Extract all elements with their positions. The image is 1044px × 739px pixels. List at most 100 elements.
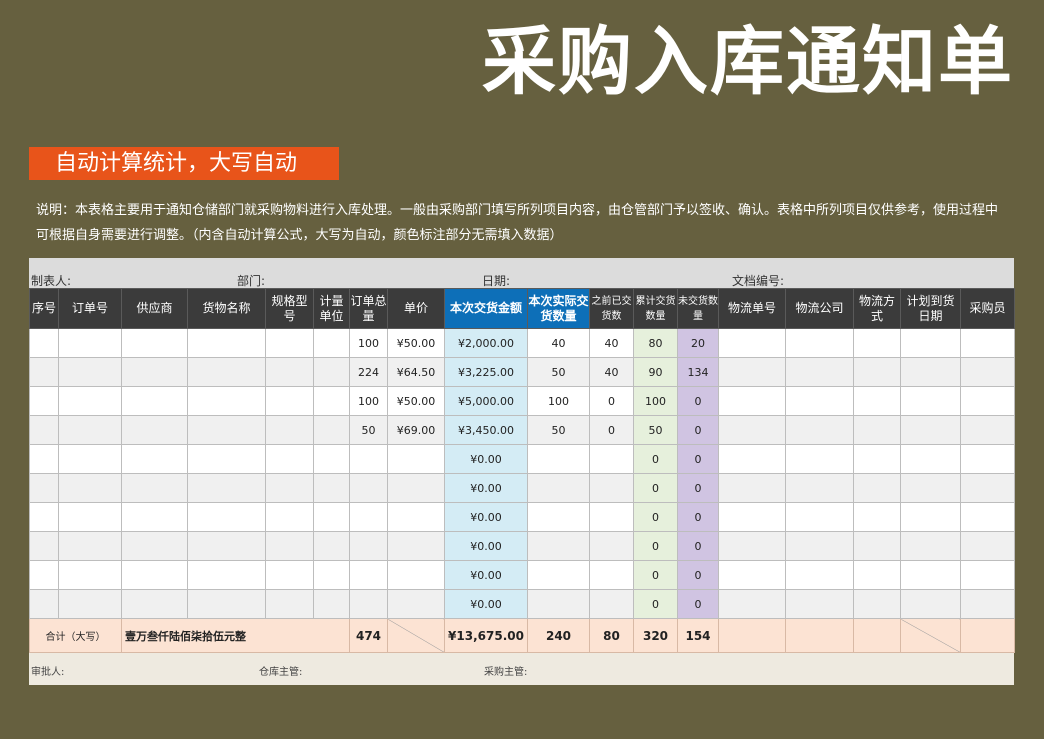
buyer-cell[interactable] — [960, 386, 1015, 416]
planned-date-cell[interactable] — [900, 531, 961, 561]
seq-cell[interactable] — [29, 386, 59, 416]
logistics-method-cell[interactable] — [853, 415, 901, 445]
remaining-cell[interactable]: 0 — [677, 589, 719, 619]
spec-cell[interactable] — [265, 531, 314, 561]
cumulative-cell[interactable]: 0 — [633, 560, 678, 590]
unit-price-cell[interactable]: ¥69.00 — [387, 415, 445, 445]
planned-date-cell[interactable] — [900, 357, 961, 387]
unit-cell[interactable] — [313, 386, 350, 416]
logistics-company-cell[interactable] — [785, 357, 854, 387]
actual-qty-cell[interactable] — [527, 531, 590, 561]
supplier-cell[interactable] — [121, 560, 188, 590]
order-qty-cell[interactable] — [349, 531, 388, 561]
spec-cell[interactable] — [265, 444, 314, 474]
supplier-cell[interactable] — [121, 531, 188, 561]
planned-date-cell[interactable] — [900, 444, 961, 474]
supplier-cell[interactable] — [121, 386, 188, 416]
actual-qty-cell[interactable]: 50 — [527, 415, 590, 445]
cumulative-cell[interactable]: 0 — [633, 473, 678, 503]
logistics-company-cell[interactable] — [785, 502, 854, 532]
buyer-cell[interactable] — [960, 415, 1015, 445]
supplier-cell[interactable] — [121, 415, 188, 445]
goods-name-cell[interactable] — [187, 357, 266, 387]
buyer-cell[interactable] — [960, 560, 1015, 590]
logistics-method-cell[interactable] — [853, 560, 901, 590]
seq-cell[interactable] — [29, 415, 59, 445]
logistics-company-cell[interactable] — [785, 560, 854, 590]
logistics-no-cell[interactable] — [718, 531, 786, 561]
planned-date-cell[interactable] — [900, 502, 961, 532]
logistics-no-cell[interactable] — [718, 386, 786, 416]
buyer-cell[interactable] — [960, 502, 1015, 532]
remaining-cell[interactable]: 134 — [677, 357, 719, 387]
unit-cell[interactable] — [313, 589, 350, 619]
supplier-cell[interactable] — [121, 502, 188, 532]
logistics-company-cell[interactable] — [785, 386, 854, 416]
buyer-cell[interactable] — [960, 357, 1015, 387]
planned-date-cell[interactable] — [900, 560, 961, 590]
logistics-company-cell[interactable] — [785, 589, 854, 619]
seq-cell[interactable] — [29, 473, 59, 503]
remaining-cell[interactable]: 20 — [677, 328, 719, 358]
goods-name-cell[interactable] — [187, 589, 266, 619]
logistics-method-cell[interactable] — [853, 386, 901, 416]
supplier-cell[interactable] — [121, 473, 188, 503]
actual-qty-cell[interactable] — [527, 473, 590, 503]
logistics-no-cell[interactable] — [718, 328, 786, 358]
unit-cell[interactable] — [313, 328, 350, 358]
remaining-cell[interactable]: 0 — [677, 415, 719, 445]
logistics-no-cell[interactable] — [718, 415, 786, 445]
amount-cell[interactable]: ¥0.00 — [444, 502, 528, 532]
amount-cell[interactable]: ¥0.00 — [444, 444, 528, 474]
spec-cell[interactable] — [265, 473, 314, 503]
logistics-no-cell[interactable] — [718, 473, 786, 503]
actual-qty-cell[interactable] — [527, 502, 590, 532]
logistics-company-cell[interactable] — [785, 531, 854, 561]
unit-cell[interactable] — [313, 444, 350, 474]
logistics-no-cell[interactable] — [718, 560, 786, 590]
order-no-cell[interactable] — [58, 357, 122, 387]
spec-cell[interactable] — [265, 560, 314, 590]
remaining-cell[interactable]: 0 — [677, 502, 719, 532]
planned-date-cell[interactable] — [900, 415, 961, 445]
delivered-before-cell[interactable] — [589, 502, 634, 532]
amount-cell[interactable]: ¥0.00 — [444, 473, 528, 503]
order-qty-cell[interactable] — [349, 444, 388, 474]
actual-qty-cell[interactable] — [527, 444, 590, 474]
seq-cell[interactable] — [29, 357, 59, 387]
cumulative-cell[interactable]: 0 — [633, 444, 678, 474]
goods-name-cell[interactable] — [187, 502, 266, 532]
delivered-before-cell[interactable] — [589, 560, 634, 590]
order-qty-cell[interactable] — [349, 502, 388, 532]
supplier-cell[interactable] — [121, 589, 188, 619]
remaining-cell[interactable]: 0 — [677, 444, 719, 474]
order-no-cell[interactable] — [58, 415, 122, 445]
delivered-before-cell[interactable] — [589, 473, 634, 503]
actual-qty-cell[interactable] — [527, 589, 590, 619]
amount-cell[interactable]: ¥3,450.00 — [444, 415, 528, 445]
logistics-method-cell[interactable] — [853, 357, 901, 387]
unit-price-cell[interactable]: ¥50.00 — [387, 386, 445, 416]
delivered-before-cell[interactable]: 0 — [589, 386, 634, 416]
unit-cell[interactable] — [313, 502, 350, 532]
amount-cell[interactable]: ¥0.00 — [444, 531, 528, 561]
unit-price-cell[interactable] — [387, 444, 445, 474]
unit-price-cell[interactable] — [387, 502, 445, 532]
order-qty-cell[interactable]: 100 — [349, 328, 388, 358]
order-qty-cell[interactable]: 224 — [349, 357, 388, 387]
unit-cell[interactable] — [313, 531, 350, 561]
seq-cell[interactable] — [29, 444, 59, 474]
delivered-before-cell[interactable]: 0 — [589, 415, 634, 445]
remaining-cell[interactable]: 0 — [677, 473, 719, 503]
planned-date-cell[interactable] — [900, 589, 961, 619]
supplier-cell[interactable] — [121, 357, 188, 387]
buyer-cell[interactable] — [960, 473, 1015, 503]
order-qty-cell[interactable]: 100 — [349, 386, 388, 416]
planned-date-cell[interactable] — [900, 386, 961, 416]
logistics-no-cell[interactable] — [718, 502, 786, 532]
seq-cell[interactable] — [29, 589, 59, 619]
unit-price-cell[interactable] — [387, 473, 445, 503]
logistics-company-cell[interactable] — [785, 328, 854, 358]
logistics-method-cell[interactable] — [853, 502, 901, 532]
unit-price-cell[interactable] — [387, 531, 445, 561]
